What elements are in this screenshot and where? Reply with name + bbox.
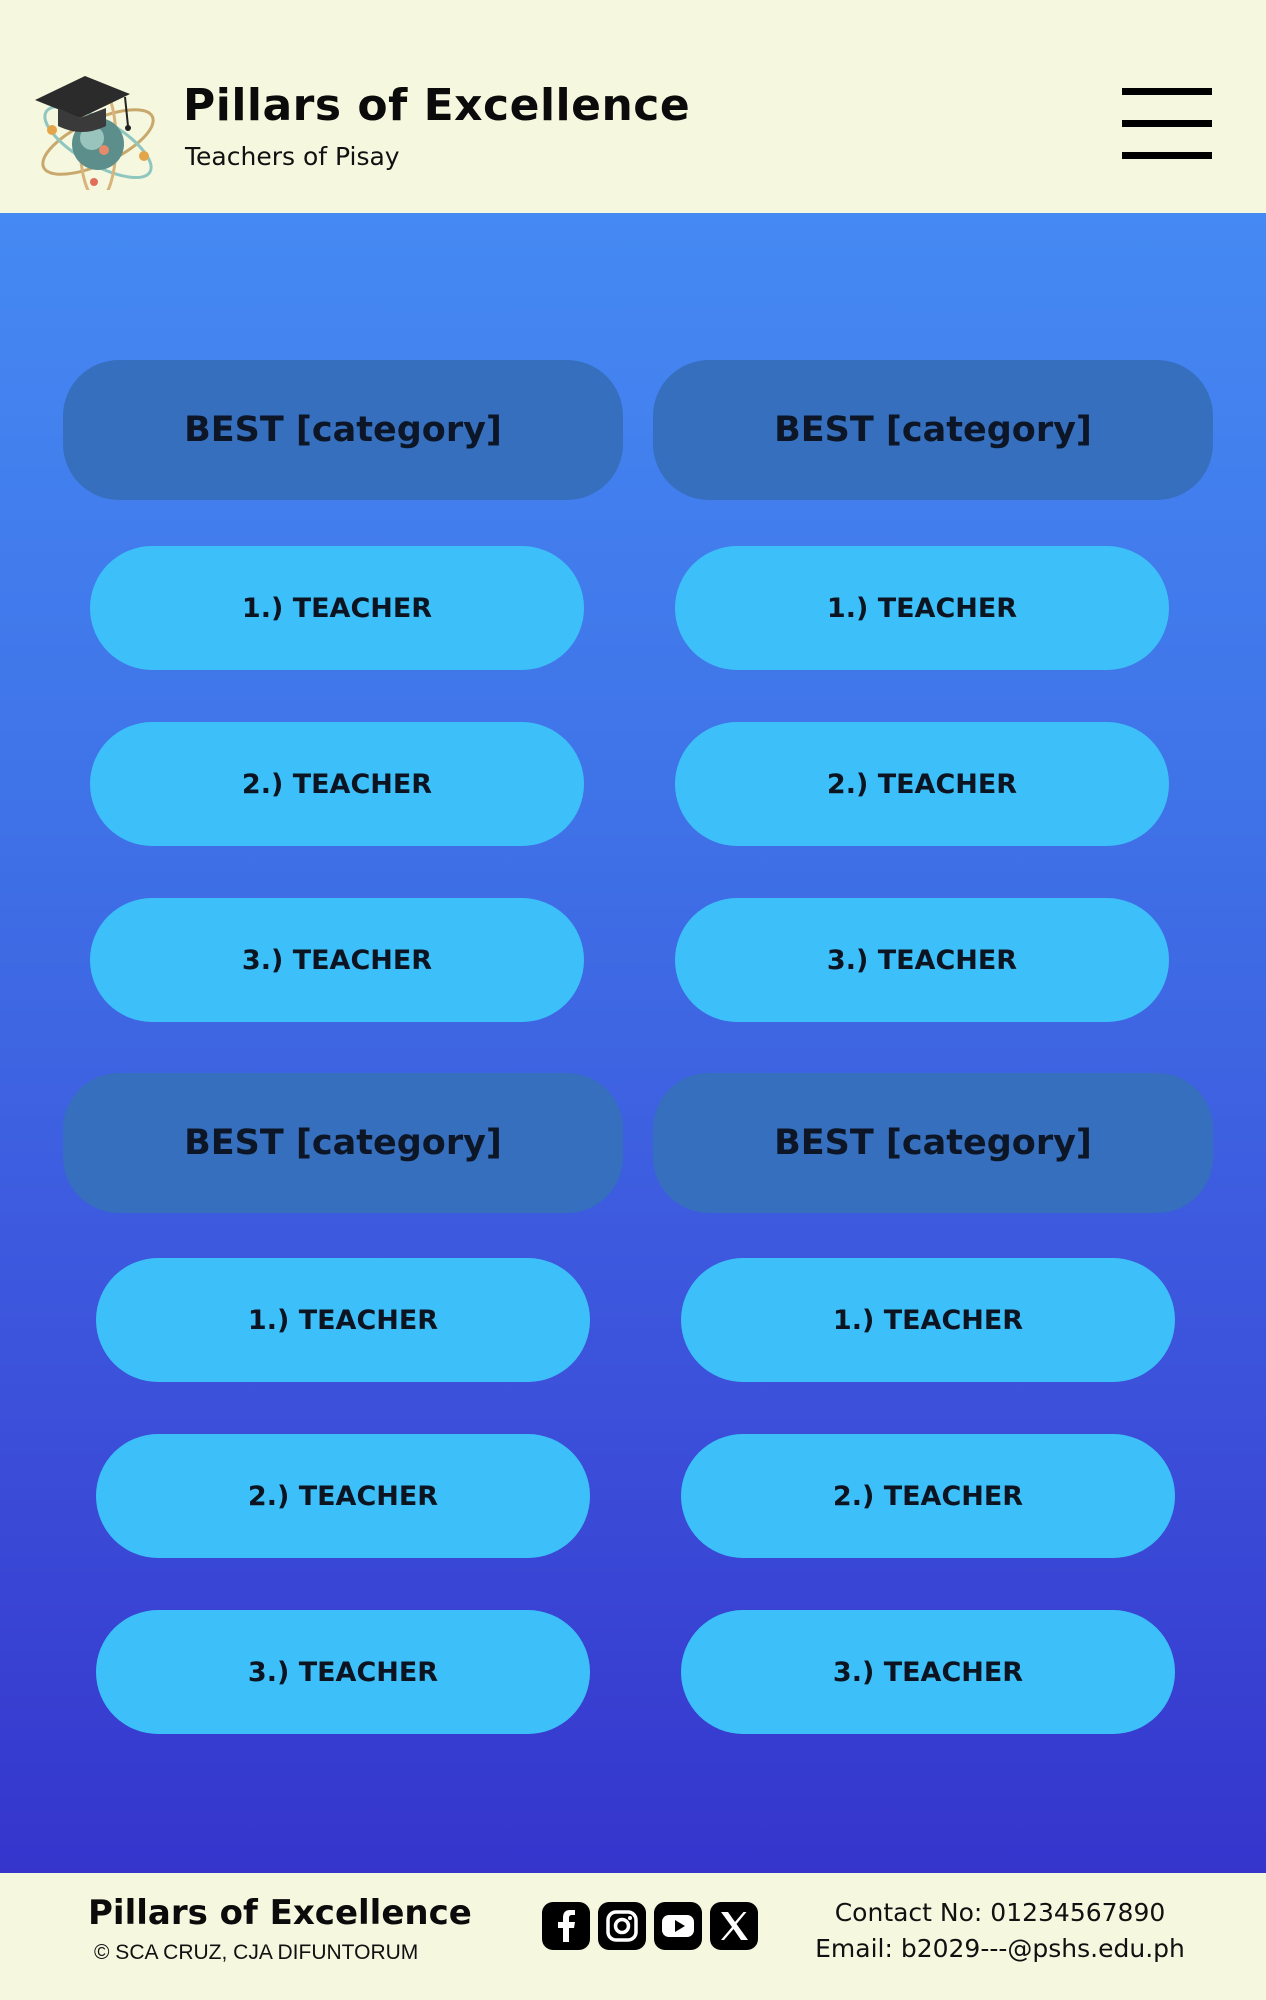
teacher-button[interactable]: 1.) TEACHER — [90, 546, 584, 670]
x-icon[interactable] — [710, 1902, 758, 1950]
teacher-button[interactable]: 1.) TEACHER — [96, 1258, 590, 1382]
category-heading: BEST [category] — [653, 360, 1213, 500]
teacher-button[interactable]: 3.) TEACHER — [96, 1610, 590, 1734]
graduation-cap-atom-logo — [35, 76, 155, 190]
main-content: BEST [category] 1.) TEACHER 2.) TEACHER … — [0, 213, 1266, 1873]
instagram-icon[interactable] — [598, 1902, 646, 1950]
site-title: Pillars of Excellence — [183, 80, 691, 131]
teacher-button[interactable]: 3.) TEACHER — [675, 898, 1169, 1022]
hamburger-menu-icon[interactable] — [1120, 86, 1214, 162]
footer-copyright: © SCA CRUZ, CJA DIFUNTORUM — [94, 1941, 419, 1964]
teacher-button[interactable]: 2.) TEACHER — [90, 722, 584, 846]
contact-number: Contact No: 01234567890 — [834, 1898, 1166, 1927]
category-heading: BEST [category] — [653, 1073, 1213, 1213]
site-subtitle: Teachers of Pisay — [185, 142, 400, 171]
teacher-button[interactable]: 1.) TEACHER — [681, 1258, 1175, 1382]
youtube-icon[interactable] — [654, 1902, 702, 1950]
site-header: Pillars of Excellence Teachers of Pisay — [0, 0, 1266, 213]
facebook-icon[interactable] — [542, 1902, 590, 1950]
teacher-button[interactable]: 3.) TEACHER — [681, 1610, 1175, 1734]
teacher-button[interactable]: 1.) TEACHER — [675, 546, 1169, 670]
teacher-button[interactable]: 2.) TEACHER — [681, 1434, 1175, 1558]
site-footer: Pillars of Excellence © SCA CRUZ, CJA DI… — [0, 1873, 1266, 2000]
footer-title: Pillars of Excellence — [88, 1893, 472, 1933]
category-heading: BEST [category] — [63, 360, 623, 500]
contact-info: Contact No: 01234567890 Email: b2029---@… — [790, 1895, 1210, 1967]
category-heading: BEST [category] — [63, 1073, 623, 1213]
teacher-button[interactable]: 2.) TEACHER — [675, 722, 1169, 846]
teacher-button[interactable]: 2.) TEACHER — [96, 1434, 590, 1558]
teacher-button[interactable]: 3.) TEACHER — [90, 898, 584, 1022]
contact-email: Email: b2029---@pshs.edu.ph — [815, 1934, 1185, 1963]
